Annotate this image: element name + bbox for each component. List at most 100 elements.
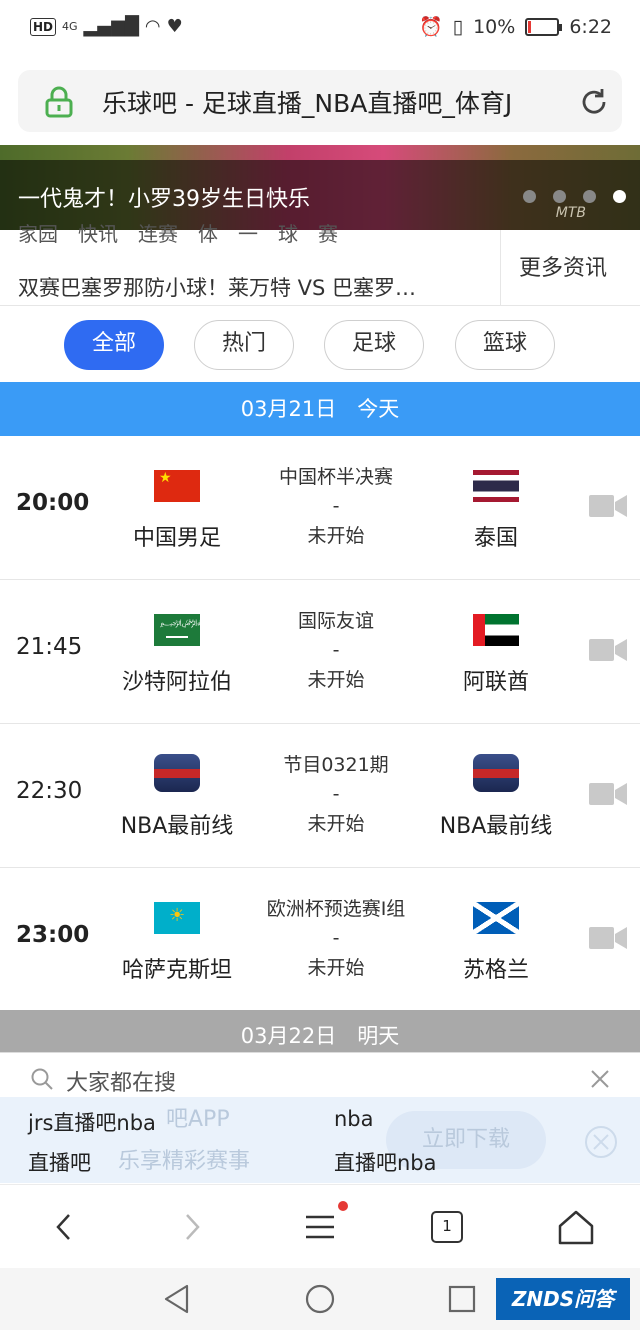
match-status: 未开始: [307, 957, 365, 979]
battery-fill: [528, 20, 532, 33]
menu-icon[interactable]: [300, 1207, 340, 1247]
away-team[interactable]: 泰国: [416, 466, 576, 552]
home-team[interactable]: 哈萨克斯坦: [97, 898, 257, 984]
match-time: 20:00: [16, 490, 90, 516]
date-header-tomorrow: 03月22日 明天: [0, 1010, 640, 1054]
match-info: 欧洲杯预选赛I组 - 未开始: [236, 894, 436, 980]
match-status: 未开始: [307, 669, 365, 691]
away-team[interactable]: 阿联酋: [416, 610, 576, 696]
system-back-icon[interactable]: [160, 1282, 194, 1316]
battery-icon: [525, 17, 563, 36]
suggestions-title: 大家都在搜: [66, 1071, 177, 1096]
back-icon[interactable]: [44, 1207, 84, 1247]
alarm-icon: ⏰: [418, 16, 443, 38]
date-header-today: 03月21日 今天: [0, 382, 640, 436]
forward-icon[interactable]: [172, 1207, 212, 1247]
away-team[interactable]: NBA最前线: [416, 754, 576, 840]
match-time: 23:00: [16, 922, 90, 948]
thailand-flag-icon: [473, 470, 519, 502]
score-separator: -: [332, 639, 340, 661]
suggestion-item[interactable]: 直播吧nba: [334, 1147, 437, 1177]
away-team-name: 阿联酋: [462, 670, 529, 695]
search-icon: [31, 1068, 53, 1090]
video-icon[interactable]: [588, 492, 628, 520]
away-team-name: NBA最前线: [439, 814, 553, 839]
filter-tabs: 全部 热门 足球 篮球: [0, 320, 640, 370]
kazakhstan-flag-icon: [154, 902, 200, 934]
ad-slogan: 乐享精彩赛事: [118, 1149, 251, 1174]
notification-dot: [338, 1201, 348, 1211]
hd-badge: HD: [30, 18, 57, 36]
status-right: ⏰ ▯ 10% 6:22: [418, 15, 612, 39]
system-recents-icon[interactable]: [445, 1282, 479, 1316]
saudi-arabia-flag-icon: [154, 614, 200, 646]
nba-show-logo-icon: [154, 754, 200, 792]
search-suggestions-panel: 大家都在搜 吧APP 乐享精彩赛事 立即下载 jrs直播吧nba nba 直播吧…: [0, 1052, 640, 1183]
away-team-name: 泰国: [473, 526, 518, 551]
match-row[interactable]: 22:30 NBA最前线 节目0321期 - 未开始 NBA最前线: [0, 724, 640, 868]
refresh-icon[interactable]: [578, 86, 610, 118]
score-separator: -: [332, 927, 340, 949]
close-ad-icon[interactable]: [584, 1125, 618, 1159]
news-headline[interactable]: 双赛巴塞罗那防小球！莱万特 VS 巴塞罗…: [18, 272, 416, 302]
suggestion-item[interactable]: nba: [334, 1107, 374, 1131]
home-team-name: 沙特阿拉伯: [121, 670, 232, 695]
tab-basketball[interactable]: 篮球: [455, 320, 555, 370]
battery-percent: 10%: [473, 15, 516, 38]
match-info: 国际友谊 - 未开始: [236, 606, 436, 692]
match-time: 22:30: [16, 778, 83, 804]
clock: 6:22: [569, 15, 612, 38]
page-title[interactable]: 乐球吧 - 足球直播_NBA直播吧_体育J: [102, 84, 572, 120]
match-status: 未开始: [307, 525, 365, 547]
banner-headline[interactable]: 一代鬼才！小罗39岁生日快乐: [18, 181, 310, 213]
event-name: 中国杯半决赛: [278, 466, 393, 488]
address-bar[interactable]: 乐球吧 - 足球直播_NBA直播吧_体育J: [18, 70, 622, 132]
more-news-button[interactable]: 更多资讯: [500, 230, 640, 306]
match-row[interactable]: 20:00 中国男足 中国杯半决赛 - 未开始 泰国: [0, 436, 640, 580]
banner-watermark: MTB: [555, 205, 586, 221]
match-row[interactable]: 23:00 哈萨克斯坦 欧洲杯预选赛I组 - 未开始 苏格兰: [0, 868, 640, 1012]
tab-football[interactable]: 足球: [324, 320, 424, 370]
away-team[interactable]: 苏格兰: [416, 898, 576, 984]
close-icon[interactable]: [588, 1067, 612, 1091]
news-ticker[interactable]: 家园 快讯 连赛 体 一 球 赛 双赛巴塞罗那防小球！莱万特 VS 巴塞罗… 更…: [0, 222, 640, 306]
home-team[interactable]: 沙特阿拉伯: [97, 610, 257, 696]
video-icon[interactable]: [588, 924, 628, 952]
signal-icon: ▂▄▆█: [83, 16, 139, 37]
system-home-icon[interactable]: [303, 1282, 337, 1316]
home-icon[interactable]: [556, 1207, 596, 1247]
video-icon[interactable]: [588, 636, 628, 664]
carousel-dot[interactable]: [583, 190, 596, 203]
system-navigation-bar: ZNDS问答: [0, 1268, 640, 1330]
tabs-button[interactable]: 1: [431, 1211, 463, 1243]
carousel-dot[interactable]: [553, 190, 566, 203]
china-flag-icon: [154, 470, 200, 502]
home-team[interactable]: 中国男足: [97, 466, 257, 552]
event-name: 国际友谊: [297, 610, 374, 632]
wifi-icon: ◠: [144, 16, 161, 37]
home-team-name: NBA最前线: [120, 814, 234, 839]
carousel-dot-active[interactable]: [613, 190, 626, 203]
suggestion-item[interactable]: jrs直播吧nba: [28, 1107, 156, 1137]
nba-show-logo-icon: [473, 754, 519, 792]
home-team-name: 哈萨克斯坦: [121, 958, 232, 983]
video-icon[interactable]: [588, 780, 628, 808]
more-news-label: 更多资讯: [519, 256, 608, 281]
match-info: 节目0321期 - 未开始: [236, 750, 436, 836]
ad-app-name: 吧APP: [166, 1107, 230, 1132]
score-separator: -: [332, 783, 340, 805]
news-previous-line: 家园 快讯 连赛 体 一 球 赛: [18, 222, 338, 246]
match-row[interactable]: 21:45 沙特阿拉伯 国际友谊 - 未开始 阿联酋: [0, 580, 640, 724]
event-name: 节目0321期: [283, 754, 389, 776]
tab-all[interactable]: 全部: [64, 320, 164, 370]
score-separator: -: [332, 495, 340, 517]
match-info: 中国杯半决赛 - 未开始: [236, 462, 436, 548]
away-team-name: 苏格兰: [462, 958, 529, 983]
suggestion-item[interactable]: 直播吧: [28, 1147, 91, 1177]
tab-hot[interactable]: 热门: [194, 320, 294, 370]
status-left: HD 4G ▂▄▆█ ◠ ♥: [30, 16, 183, 38]
carousel-dot[interactable]: [523, 190, 536, 203]
match-status: 未开始: [307, 813, 365, 835]
home-team[interactable]: NBA最前线: [97, 754, 257, 840]
event-name: 欧洲杯预选赛I组: [266, 898, 406, 920]
